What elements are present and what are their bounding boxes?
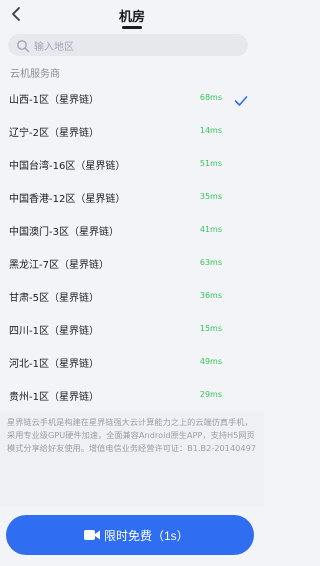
server-row[interactable]: 河北-1区（星界链） 49ms (0, 346, 264, 379)
latency-value: 49ms (199, 357, 222, 366)
server-row[interactable]: 中国澳门-3区（星界链） 41ms (0, 214, 264, 247)
server-name: 山西-1区（星界链） (9, 95, 99, 106)
search-bar[interactable]: 输入地区 (8, 34, 248, 56)
latency-value: 68ms (199, 93, 222, 102)
server-name: 辽宁-2区（星界链） (9, 128, 99, 139)
latency-value: 51ms (199, 159, 222, 168)
latency-value: 41ms (199, 225, 222, 234)
server-name: 贵州-1区（星界链） (9, 392, 99, 403)
server-name: 河北-1区（星界链） (9, 359, 99, 370)
title-underline (122, 26, 142, 29)
info-text: 星界链云手机是构建在星界链强大云计算能力之上的云端仿真手机，采用专业级GPU硬件… (7, 417, 257, 453)
top-bar: 机房 (0, 0, 264, 34)
latency-value: 63ms (199, 258, 222, 267)
checkmark-icon (234, 92, 248, 106)
search-input[interactable]: 输入地区 (34, 38, 74, 53)
latency-value: 35ms (199, 192, 222, 201)
server-name: 黑龙江-7区（星界链） (9, 260, 109, 271)
server-row[interactable]: 中国台湾-16区（星界链） 51ms (0, 148, 264, 181)
server-name: 中国澳门-3区（星界链） (9, 227, 119, 238)
search-icon (16, 38, 30, 53)
video-camera-icon (84, 529, 100, 541)
server-name: 中国香港-12区（星界链） (9, 194, 126, 205)
page-title: 机房 (118, 10, 145, 25)
server-row[interactable]: 贵州-1区（星界链） 29ms (0, 379, 264, 412)
latency-value: 14ms (199, 126, 222, 135)
server-name: 四川-1区（星界链） (9, 326, 99, 337)
server-row[interactable]: 黑龙江-7区（星界链） 63ms (0, 247, 264, 280)
server-row[interactable]: 山西-1区（星界链） 68ms (0, 82, 264, 115)
latency-value: 15ms (199, 324, 222, 333)
section-title: 云机服务商 (10, 69, 60, 80)
server-list: 山西-1区（星界链） 68ms 辽宁-2区（星界链） 14ms 中国台湾-16区（星界链… (0, 82, 264, 412)
latency-value: 36ms (199, 291, 222, 300)
server-row[interactable]: 四川-1区（星界链） 15ms (0, 313, 264, 346)
info-panel: 星界链云手机是构建在星界链强大云计算能力之上的云端仿真手机，采用专业级GPU硬件… (0, 412, 264, 506)
free-trial-label: 限时免费（1s） (104, 529, 189, 543)
server-name: 中国台湾-16区（星界链） (9, 161, 126, 172)
server-row[interactable]: 中国香港-12区（星界链） 35ms (0, 181, 264, 214)
server-row[interactable]: 甘肃-5区（星界链） 36ms (0, 280, 264, 313)
latency-value: 29ms (199, 390, 222, 399)
free-trial-button[interactable]: 限时免费（1s） (6, 515, 254, 555)
server-row[interactable]: 辽宁-2区（星界链） 14ms (0, 115, 264, 148)
server-name: 甘肃-5区（星界链） (9, 293, 99, 304)
